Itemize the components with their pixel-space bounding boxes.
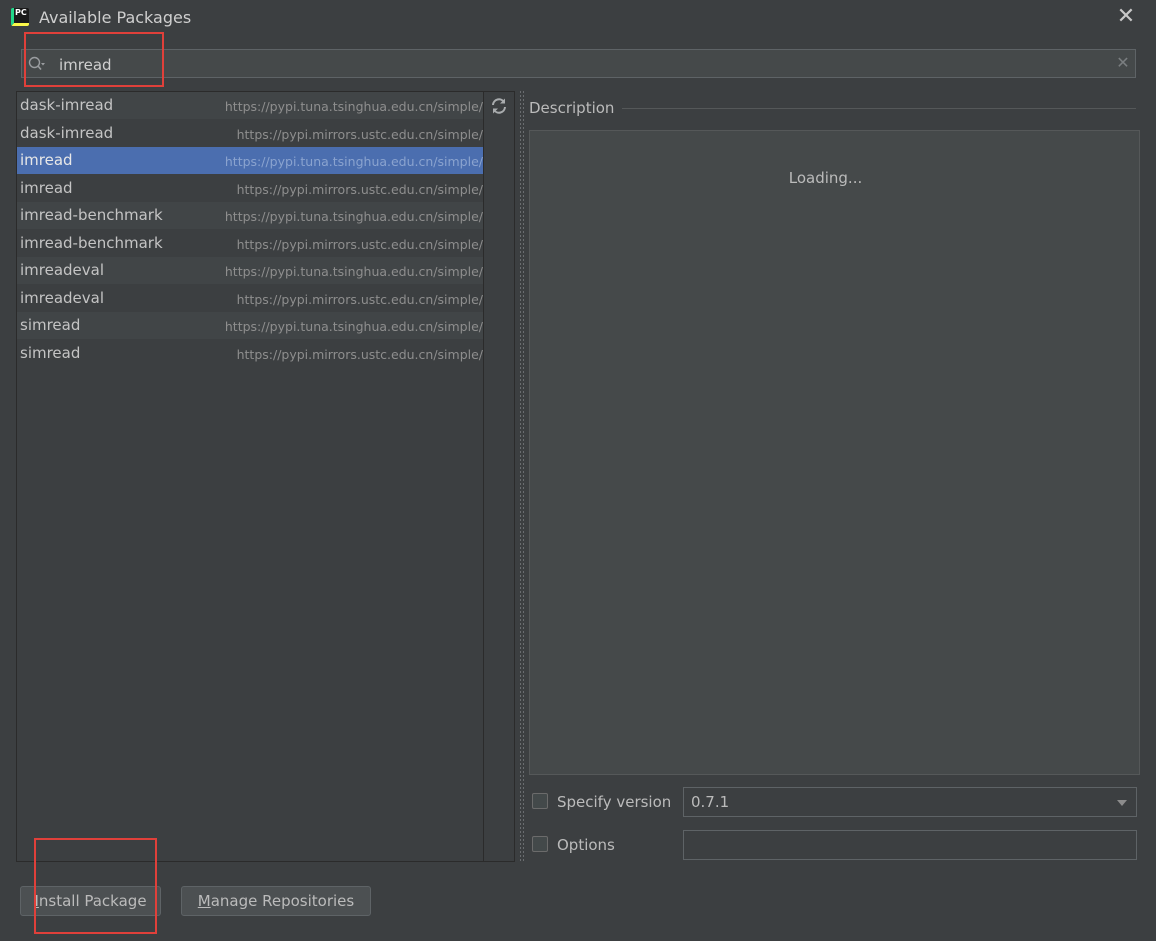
package-name: simread (20, 343, 81, 362)
package-row[interactable]: dask-imread https://pypi.tuna.tsinghua.ed… (17, 92, 483, 119)
package-name: imreadeval (20, 288, 105, 307)
package-row[interactable]: imreadeval https://pypi.tuna.tsinghua.edu… (17, 257, 483, 284)
package-repository: https://pypi.tuna.tsinghua.edu.cn/simple… (224, 319, 483, 334)
description-separator (622, 108, 1136, 109)
specify-version-checkbox[interactable] (532, 793, 548, 809)
loading-text: Loading... (788, 169, 863, 187)
description-panel: Loading... (529, 130, 1140, 775)
package-name: imread-benchmark (20, 233, 163, 252)
options-checkbox[interactable] (532, 836, 548, 852)
package-repository: https://pypi.mirrors.ustc.edu.cn/simple/ (236, 236, 483, 252)
package-repository: https://pypi.mirrors.ustc.edu.cn/simple/ (236, 126, 483, 142)
version-select[interactable]: 0.7.1 (683, 787, 1137, 817)
options-input[interactable] (683, 830, 1137, 860)
options-label[interactable]: Options (557, 836, 615, 854)
package-name: imreadeval (20, 261, 105, 279)
package-row[interactable]: simread https://pypi.mirrors.ustc.edu.cn/… (17, 340, 483, 367)
annotation-box-install (34, 838, 157, 934)
package-name: dask-imread (20, 123, 114, 142)
package-repository: https://pypi.mirrors.ustc.edu.cn/simple/ (236, 346, 483, 362)
package-repository: https://pypi.tuna.tsinghua.edu.cn/simple… (224, 264, 483, 279)
package-name: imread (20, 178, 73, 197)
package-repository: https://pypi.tuna.tsinghua.edu.cn/simple… (224, 99, 483, 114)
list-toolbar (484, 91, 515, 862)
search-input[interactable] (57, 52, 1101, 77)
package-row[interactable]: imread-benchmark https://pypi.mirrors.ust… (17, 230, 483, 257)
splitter[interactable] (519, 91, 525, 862)
splitter-line (523, 91, 524, 862)
package-row[interactable]: imread https://pypi.mirrors.ustc.edu.cn/s… (17, 175, 483, 202)
pycharm-logo-icon: PC (11, 8, 29, 26)
close-icon[interactable]: ✕ (1116, 6, 1136, 28)
package-repository: https://pypi.tuna.tsinghua.edu.cn/simple… (224, 209, 483, 224)
dropdown-arrow-icon (1117, 800, 1127, 806)
description-label: Description (529, 99, 615, 117)
package-row[interactable]: imreadeval https://pypi.mirrors.ustc.edu.… (17, 285, 483, 312)
package-row[interactable]: simread https://pypi.tuna.tsinghua.edu.cn… (17, 312, 483, 339)
package-name: imread (20, 151, 73, 169)
search-field[interactable]: ✕ (21, 49, 1136, 78)
package-name: simread (20, 316, 81, 334)
refresh-icon[interactable] (490, 97, 508, 115)
manage-repositories-button[interactable]: Manage Repositories (181, 886, 371, 916)
specify-version-label[interactable]: Specify version (557, 793, 671, 811)
version-value: 0.7.1 (691, 793, 730, 811)
package-repository: https://pypi.mirrors.ustc.edu.cn/simple/ (236, 181, 483, 197)
package-repository: https://pypi.tuna.tsinghua.edu.cn/simple… (224, 154, 483, 169)
package-repository: https://pypi.mirrors.ustc.edu.cn/simple/ (236, 291, 483, 307)
window-title: Available Packages (39, 8, 192, 27)
annotation-box-search (24, 32, 164, 87)
package-name: imread-benchmark (20, 206, 163, 224)
package-list[interactable]: dask-imread https://pypi.tuna.tsinghua.ed… (16, 91, 484, 862)
package-name: dask-imread (20, 96, 114, 114)
package-row[interactable]: imread-benchmark https://pypi.tuna.tsingh… (17, 202, 483, 229)
package-row[interactable]: dask-imread https://pypi.mirrors.ustc.edu… (17, 120, 483, 147)
package-row[interactable]: imread https://pypi.tuna.tsinghua.edu.cn/… (17, 147, 483, 174)
title-bar: PC Available Packages ✕ (0, 0, 1156, 36)
clear-icon[interactable]: ✕ (1114, 53, 1132, 73)
